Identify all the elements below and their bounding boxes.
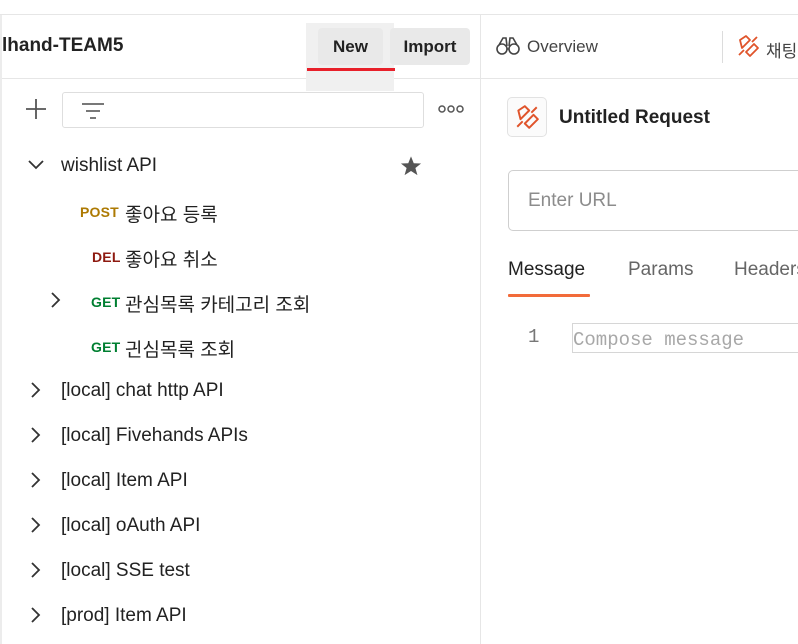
window-top-border xyxy=(0,0,798,15)
annotation-underline xyxy=(307,68,395,71)
request-label: 관심목록 카테고리 조회 xyxy=(125,295,311,316)
chevron-right-icon[interactable] xyxy=(26,425,46,445)
collection-label: [local] Fivehands APIs xyxy=(61,425,248,446)
collection-label: [local] Item API xyxy=(61,470,188,491)
workspace-title[interactable]: lhand-TEAM5 xyxy=(2,35,123,57)
method-badge: POST xyxy=(80,204,119,220)
collection-label: [local] SSE test xyxy=(61,560,190,581)
chevron-right-icon[interactable] xyxy=(26,380,46,400)
request-item[interactable]: POST 좋아요 등록 xyxy=(2,190,481,230)
more-icon[interactable] xyxy=(438,104,464,114)
collection-item[interactable]: [local] Fivehands APIs xyxy=(2,415,481,455)
tab-label: 채팅 xyxy=(766,42,798,61)
tab-divider xyxy=(722,31,723,63)
request-item[interactable]: GET 긘심목록 조회 xyxy=(2,325,481,365)
binoculars-icon xyxy=(496,37,520,55)
url-input[interactable]: Enter URL xyxy=(508,170,798,231)
active-tab-indicator xyxy=(508,294,590,297)
chevron-right-icon[interactable] xyxy=(26,560,46,580)
import-button[interactable]: Import xyxy=(390,28,470,65)
chevron-right-icon[interactable] xyxy=(26,470,46,490)
chevron-right-icon[interactable] xyxy=(46,290,66,310)
collection-item[interactable]: [local] chat http API xyxy=(2,370,481,410)
collections-sidebar: lhand-TEAM5 New Import wishlist API POST… xyxy=(0,15,481,644)
method-badge: DEL xyxy=(92,249,121,265)
collection-item[interactable]: [local] Item API xyxy=(2,460,481,500)
collection-label: [prod] Item API xyxy=(61,605,187,626)
request-title[interactable]: Untitled Request xyxy=(559,107,710,129)
request-item[interactable]: DEL 좋아요 취소 xyxy=(2,235,481,275)
request-subtabs: Message Params Headers xyxy=(508,259,798,299)
collection-label: [local] oAuth API xyxy=(61,515,201,536)
collection-item[interactable]: [local] SSE test xyxy=(2,550,481,590)
subtab-message[interactable]: Message xyxy=(508,259,585,281)
chevron-down-icon[interactable] xyxy=(26,155,46,175)
method-badge: GET xyxy=(91,294,121,310)
collection-wishlist-api[interactable]: wishlist API xyxy=(2,145,481,185)
chevron-right-icon[interactable] xyxy=(26,605,46,625)
star-icon[interactable] xyxy=(400,155,422,177)
socket-request-icon xyxy=(738,35,759,57)
filter-input[interactable] xyxy=(62,92,424,128)
plus-icon[interactable] xyxy=(24,97,48,121)
url-placeholder: Enter URL xyxy=(528,190,617,211)
subtab-params[interactable]: Params xyxy=(628,259,693,281)
tab-label: Overview xyxy=(527,37,598,56)
compose-placeholder: Compose message xyxy=(573,329,745,351)
request-label: 좋아요 등록 xyxy=(125,205,218,226)
filter-icon xyxy=(82,103,104,119)
collection-item[interactable]: [local] oAuth API xyxy=(2,505,481,545)
socket-request-icon xyxy=(516,105,539,129)
request-label: 좋아요 취소 xyxy=(125,250,218,271)
request-label: 긘심목록 조회 xyxy=(125,340,236,361)
collection-item[interactable]: [prod] Item API xyxy=(2,595,481,635)
tab-bar: Overview 채팅 xyxy=(481,15,798,79)
new-button[interactable]: New xyxy=(318,28,383,65)
chevron-right-icon[interactable] xyxy=(26,515,46,535)
compose-message-input[interactable]: Compose message xyxy=(572,323,798,353)
folder-item[interactable]: GET 관심목록 카테고리 조회 xyxy=(2,280,481,320)
method-badge: GET xyxy=(91,339,121,355)
workspace-header: lhand-TEAM5 New Import xyxy=(2,15,481,91)
line-number: 1 xyxy=(528,326,540,348)
request-type-icon xyxy=(507,97,547,137)
request-pane: Overview 채팅 Untitled Request Enter URL M… xyxy=(481,15,798,644)
collection-label: wishlist API xyxy=(61,155,158,176)
collection-label: [local] chat http API xyxy=(61,380,224,401)
sidebar-toolbar xyxy=(2,78,481,138)
subtab-headers[interactable]: Headers xyxy=(734,259,798,281)
message-editor: 1 Compose message xyxy=(508,320,798,360)
